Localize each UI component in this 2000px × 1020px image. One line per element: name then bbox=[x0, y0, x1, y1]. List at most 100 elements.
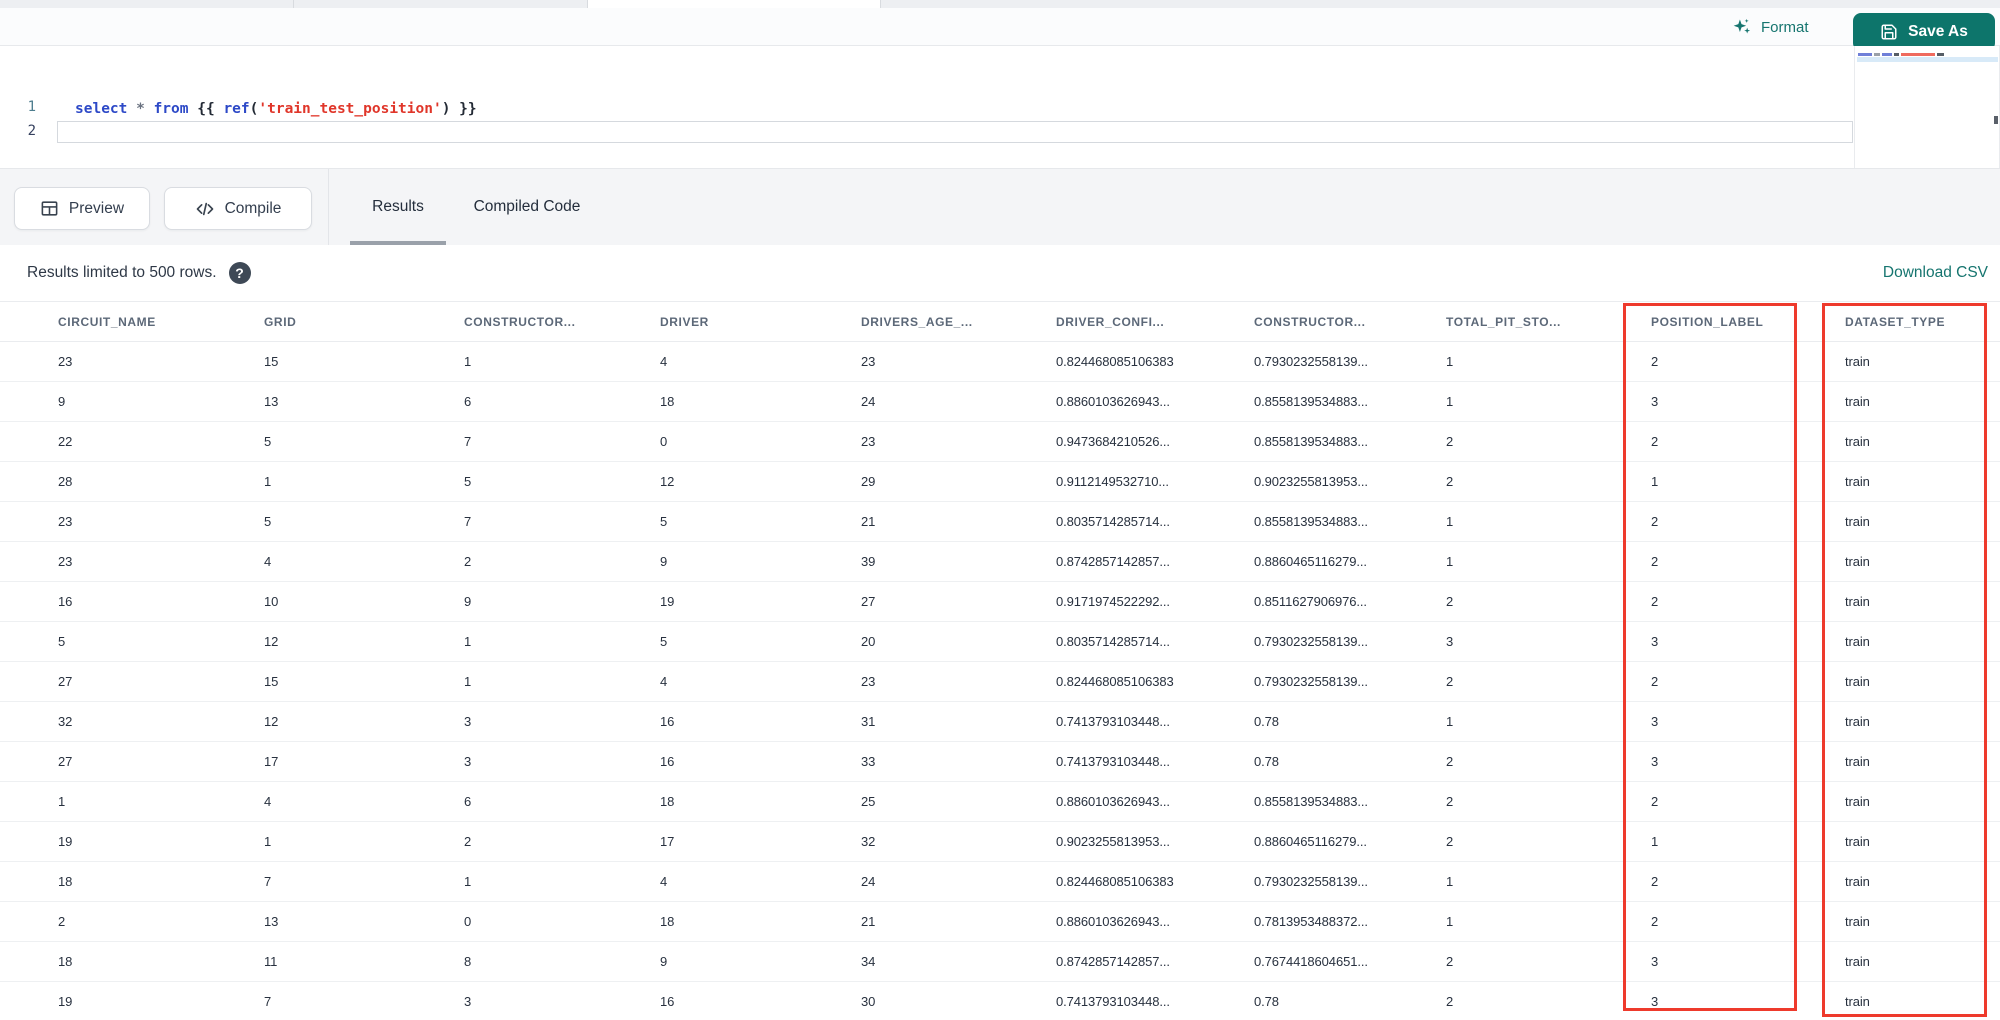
table-cell: train bbox=[1845, 381, 2000, 422]
column-header-grid[interactable]: GRID bbox=[264, 301, 464, 342]
active-file-tab[interactable] bbox=[587, 0, 880, 8]
table-cell: 0.8860103626943... bbox=[1056, 901, 1254, 942]
active-line-highlight[interactable] bbox=[57, 121, 1853, 143]
table-cell: 0.8511627906976... bbox=[1254, 581, 1446, 622]
column-header-drivers-age[interactable]: DRIVERS_AGE_... bbox=[861, 301, 1056, 342]
table-cell: 2 bbox=[1446, 981, 1651, 1020]
download-csv-link[interactable]: Download CSV bbox=[1883, 264, 1988, 282]
preview-button[interactable]: Preview bbox=[14, 187, 150, 230]
table-cell: 3 bbox=[1651, 941, 1845, 982]
tab-compiled-code-label: Compiled Code bbox=[473, 198, 581, 215]
table-cell: 2 bbox=[1651, 541, 1845, 582]
table-cell: 10 bbox=[264, 581, 464, 622]
table-cell: 21 bbox=[861, 501, 1056, 542]
table-cell: 16 bbox=[660, 981, 861, 1020]
table-cell: 0.7930232558139... bbox=[1254, 861, 1446, 902]
table-cell: train bbox=[1845, 621, 2000, 662]
table-cell: 9 bbox=[0, 381, 264, 422]
table-cell: 3 bbox=[464, 741, 660, 782]
column-header-constructor[interactable]: CONSTRUCTOR... bbox=[1254, 301, 1446, 342]
table-cell: 2 bbox=[0, 901, 264, 942]
table-cell: 3 bbox=[1651, 621, 1845, 662]
table-cell: 18 bbox=[660, 781, 861, 822]
table-cell: 5 bbox=[464, 461, 660, 502]
table-cell: 30 bbox=[861, 981, 1056, 1020]
table-cell: 9 bbox=[660, 541, 861, 582]
code-token: select bbox=[75, 101, 137, 117]
table-cell: 34 bbox=[861, 941, 1056, 982]
table-cell: 18 bbox=[660, 381, 861, 422]
table-cell: 2 bbox=[1446, 821, 1651, 862]
table-cell: train bbox=[1845, 581, 2000, 622]
table-cell: 2 bbox=[1651, 901, 1845, 942]
table-cell: 24 bbox=[861, 861, 1056, 902]
column-header-driver[interactable]: DRIVER bbox=[660, 301, 861, 342]
table-cell: 0.9023255813953... bbox=[1056, 821, 1254, 862]
table-cell: 23 bbox=[0, 501, 264, 542]
editor-tab-strip bbox=[0, 0, 2000, 8]
table-cell: 0.78 bbox=[1254, 981, 1446, 1020]
table-cell: 0.8558139534883... bbox=[1254, 781, 1446, 822]
table-cell: 4 bbox=[264, 781, 464, 822]
table-cell: 28 bbox=[0, 461, 264, 502]
table-cell: 12 bbox=[264, 701, 464, 742]
table-cell: 22 bbox=[0, 421, 264, 462]
table-cell: 4 bbox=[264, 541, 464, 582]
table-cell: 18 bbox=[0, 861, 264, 902]
table-cell: 19 bbox=[0, 981, 264, 1020]
code-line-1[interactable]: select * from {{ ref('train_test_positio… bbox=[75, 99, 477, 119]
tab-results[interactable]: Results bbox=[350, 169, 446, 245]
table-cell: 27 bbox=[0, 661, 264, 702]
table-cell: 13 bbox=[264, 901, 464, 942]
table-cell: train bbox=[1845, 861, 2000, 902]
compile-button[interactable]: Compile bbox=[164, 187, 312, 230]
table-cell: 2 bbox=[1446, 941, 1651, 982]
table-cell: 15 bbox=[264, 341, 464, 382]
column-header-driver-confi[interactable]: DRIVER_CONFI... bbox=[1056, 301, 1254, 342]
table-cell: 0.78 bbox=[1254, 701, 1446, 742]
table-cell: 0.7413793103448... bbox=[1056, 741, 1254, 782]
table-cell: 0.8035714285714... bbox=[1056, 501, 1254, 542]
sql-code-editor[interactable]: 1 2 select * from {{ ref('train_test_pos… bbox=[0, 46, 2000, 168]
editor-minimap[interactable] bbox=[1854, 46, 2000, 168]
column-header-circuit-name[interactable]: CIRCUIT_NAME bbox=[0, 301, 264, 342]
table-row: 16 10 9 19 27 0.9171974522292... 0.85116279069… bbox=[0, 581, 2000, 622]
column-header-constructor[interactable]: CONSTRUCTOR... bbox=[464, 301, 660, 342]
table-cell: 4 bbox=[660, 861, 861, 902]
table-cell: 6 bbox=[464, 381, 660, 422]
table-cell: 5 bbox=[264, 501, 464, 542]
table-cell: 32 bbox=[861, 821, 1056, 862]
table-row: 27 15 1 4 23 0.824468085106383 0.7930232558139… bbox=[0, 661, 2000, 702]
table-cell: 0.8860465116279... bbox=[1254, 541, 1446, 582]
table-cell: 12 bbox=[660, 461, 861, 502]
table-cell: 0.9473684210526... bbox=[1056, 421, 1254, 462]
table-cell: 27 bbox=[861, 581, 1056, 622]
table-cell: train bbox=[1845, 461, 2000, 502]
help-icon[interactable]: ? bbox=[228, 262, 251, 284]
tab-divider bbox=[880, 0, 881, 8]
editor-toolbar: Format Save As bbox=[0, 8, 2000, 51]
column-header-dataset-type[interactable]: DATASET_TYPE bbox=[1845, 301, 2000, 342]
column-header-total-pit-sto[interactable]: TOTAL_PIT_STO... bbox=[1446, 301, 1651, 342]
table-cell: 4 bbox=[660, 341, 861, 382]
table-cell: 2 bbox=[1446, 781, 1651, 822]
table-cell: 24 bbox=[861, 381, 1056, 422]
table-cell: 2 bbox=[1446, 661, 1651, 702]
table-row: 27 17 3 16 33 0.7413793103448... 0.78 2 3 train bbox=[0, 741, 2000, 782]
tab-compiled-code[interactable]: Compiled Code bbox=[459, 169, 595, 245]
table-cell: train bbox=[1845, 501, 2000, 542]
table-cell: 2 bbox=[1651, 341, 1845, 382]
column-header-position-label[interactable]: POSITION_LABEL bbox=[1651, 301, 1845, 342]
tab-divider bbox=[293, 0, 294, 8]
table-row: 18 7 1 4 24 0.824468085106383 0.7930232558139.… bbox=[0, 861, 2000, 902]
band-divider bbox=[328, 169, 329, 245]
table-cell: 3 bbox=[1446, 621, 1651, 662]
table-cell: 2 bbox=[1651, 421, 1845, 462]
format-button[interactable]: Format bbox=[1726, 14, 1815, 40]
table-cell: 16 bbox=[660, 741, 861, 782]
table-cell: 1 bbox=[264, 461, 464, 502]
table-cell: 0.8558139534883... bbox=[1254, 381, 1446, 422]
table-cell: 29 bbox=[861, 461, 1056, 502]
save-as-button-label: Save As bbox=[1908, 23, 1968, 40]
table-cell: 39 bbox=[861, 541, 1056, 582]
